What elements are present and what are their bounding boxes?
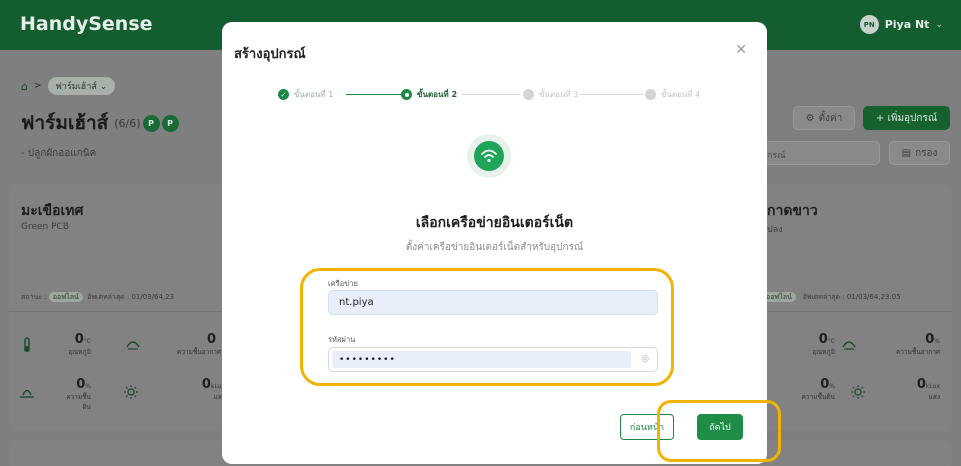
- filter-button[interactable]: ▤ กรอง: [889, 141, 950, 165]
- soil-icon: [20, 389, 34, 398]
- breadcrumb-farm[interactable]: ฟาร์มเฮ้าส์ ⌄: [47, 77, 116, 95]
- gear-icon: ⚙: [805, 112, 815, 124]
- device-name: มะเขือเทศ: [21, 203, 84, 219]
- modal-title: สร้างอุปกรณ์: [234, 47, 306, 62]
- pending-step-icon: [523, 89, 534, 100]
- status-badge: ออฟไลน์: [48, 292, 83, 302]
- avatar: PN: [859, 15, 879, 34]
- brand-logo[interactable]: HandySense: [20, 13, 153, 35]
- step-3: ขั้นตอนที่ 3: [523, 88, 578, 101]
- device-status: สถานะ : ออฟไลน์ อัพเดทล่าสุด : 01/03/64,…: [21, 292, 175, 302]
- breadcrumb-separator: >: [33, 81, 42, 91]
- close-icon[interactable]: ✕: [735, 42, 747, 58]
- sensor-air-humidity: 0% ความชื้นอากาศ: [895, 332, 940, 356]
- farm-subtitle: - ปลูกผักออแกนิค: [21, 148, 97, 159]
- current-step-icon: [401, 89, 412, 100]
- device-card[interactable]: กาดขาว ปลง ออฟไลน์ อัพเดทล่าสุด : 01/03/…: [750, 184, 952, 430]
- pending-step-icon: [645, 89, 656, 100]
- step-connector: [579, 94, 643, 95]
- breadcrumb: ⌂ > ฟาร์มเฮ้าส์ ⌄: [21, 77, 116, 95]
- user-name: Piya Nt: [884, 18, 930, 31]
- step-connector: [462, 94, 520, 95]
- device-type: ปลง: [767, 225, 783, 235]
- check-icon: ✓: [278, 89, 289, 100]
- highlight-form-annotation: [300, 268, 674, 386]
- sensor-soil-humidity: 0% ความชื้นดิน: [66, 377, 91, 411]
- member-avatar: P: [161, 114, 179, 132]
- user-menu[interactable]: PN Piya Nt ⌄: [859, 15, 943, 34]
- sensor-light: 0kLux แสง: [201, 377, 225, 401]
- wifi-icon: [467, 134, 511, 178]
- search-input[interactable]: กรณ์: [760, 141, 880, 165]
- device-name: กาดขาว: [767, 203, 818, 219]
- humidity-icon: [842, 341, 856, 350]
- sun-icon: [124, 385, 138, 399]
- modal-description: ตั้งค่าเครือข่ายอินเตอร์เน็ตสำหรับอุปกรณ…: [405, 242, 584, 253]
- device-type: Green PCB: [21, 222, 70, 232]
- device-card[interactable]: มะเขือเทศ Green PCB สถานะ : ออฟไลน์ อัพเ…: [9, 184, 241, 430]
- sun-icon: [851, 385, 865, 399]
- card-divider: [9, 311, 241, 312]
- add-device-button[interactable]: + เพิ่มอุปกรณ์: [863, 106, 950, 130]
- settings-button[interactable]: ⚙ ตั้งค่า: [793, 106, 855, 130]
- humidity-icon: [126, 341, 140, 350]
- sensor-temperature: 0°C อุณหภูมิ: [812, 332, 835, 356]
- device-status: ออฟไลน์ อัพเดทล่าสุด : 01/03/64,23:05: [762, 292, 901, 303]
- sensor-soil-humidity: 0% ความชื้นดิน: [801, 377, 835, 401]
- member-avatar: P: [142, 114, 160, 132]
- card-divider: [750, 311, 952, 312]
- chevron-down-icon: ⌄: [935, 19, 943, 30]
- sensor-temperature: 0°C อุณหภูมิ: [68, 332, 91, 356]
- step-connector: [346, 94, 401, 95]
- sensor-light: 0kLux แสง: [916, 377, 940, 401]
- home-icon[interactable]: ⌂: [21, 80, 28, 93]
- step-4: ขั้นตอนที่ 4: [645, 88, 700, 101]
- create-device-modal: สร้างอุปกรณ์ ✕ ✓ ขั้นตอนที่ 1 ขั้นตอนที่…: [222, 22, 781, 464]
- filter-icon: ▤: [901, 147, 912, 159]
- modal-heading: เลือกเครือข่ายอินเตอร์เน็ต: [415, 215, 574, 231]
- thermometer-icon: [24, 337, 30, 352]
- step-2: ขั้นตอนที่ 2: [401, 88, 457, 101]
- farm-name: ฟาร์มเฮ้าส์: [21, 112, 109, 134]
- page-title: ฟาร์มเฮ้าส์ (6/6) P P: [21, 108, 179, 138]
- stepper: ✓ ขั้นตอนที่ 1 ขั้นตอนที่ 2 ขั้นตอนที่ 3…: [278, 88, 718, 104]
- farm-count: (6/6): [114, 116, 141, 130]
- status-badge: ออฟไลน์: [762, 292, 796, 302]
- highlight-next-annotation: [657, 400, 781, 462]
- step-1: ✓ ขั้นตอนที่ 1: [278, 88, 333, 101]
